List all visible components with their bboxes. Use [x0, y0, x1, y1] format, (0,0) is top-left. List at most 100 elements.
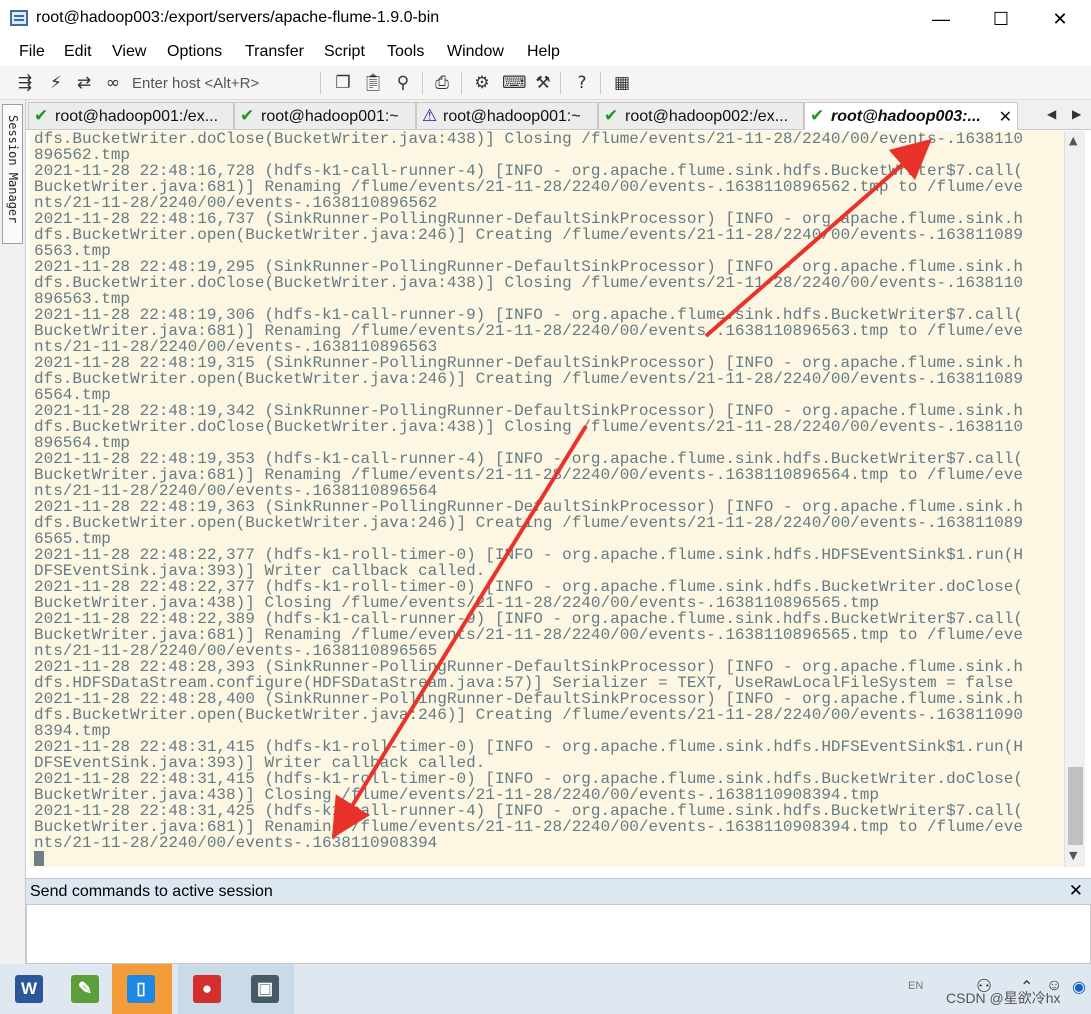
command-window-header: Send commands to active session ✕	[26, 878, 1091, 904]
map-icon[interactable]: ▦	[611, 72, 633, 94]
menu-window[interactable]: Window	[447, 43, 504, 61]
phone-icon: ▯	[127, 975, 155, 1003]
terminal-line: 2021-11-28 22:48:19,295 (SinkRunner-Poll…	[34, 258, 1023, 276]
terminal-line: 8394.tmp	[34, 722, 111, 740]
toolbar-separator	[461, 72, 462, 94]
keymap-icon[interactable]: ⌨	[502, 72, 527, 94]
tab-hadoop003-active[interactable]: ✔ root@hadoop003:... ✕	[804, 102, 1018, 130]
close-window-button[interactable]: ✕	[1037, 6, 1083, 32]
session-manager-tab[interactable]: Session Manager	[2, 104, 23, 244]
find-icon[interactable]: ⚲	[392, 72, 414, 94]
terminal-line: BucketWriter.java:438)] Closing /flume/e…	[34, 786, 879, 804]
toolbar-separator	[422, 72, 423, 94]
terminal-line: 6565.tmp	[34, 530, 111, 548]
terminal-output[interactable]: dfs.BucketWriter.doClose(BucketWriter.ja…	[30, 131, 1064, 867]
terminal-line: 2021-11-28 22:48:19,306 (hdfs-k1-call-ru…	[34, 306, 1023, 324]
input-language[interactable]: EN	[908, 980, 923, 992]
word-icon: W	[15, 975, 43, 1003]
terminal-line: 2021-11-28 22:48:19,353 (hdfs-k1-call-ru…	[34, 450, 1023, 468]
terminal-line: 6563.tmp	[34, 242, 111, 260]
terminal-line: 2021-11-28 22:48:19,315 (SinkRunner-Poll…	[34, 354, 1023, 372]
terminal-line: 2021-11-28 22:48:31,425 (hdfs-k1-call-ru…	[34, 802, 1023, 820]
command-input-area[interactable]	[26, 904, 1091, 964]
terminal-scrollbar[interactable]: ▲ ▼	[1064, 131, 1085, 867]
scroll-thumb[interactable]	[1068, 767, 1083, 845]
menu-view[interactable]: View	[112, 43, 146, 61]
terminal-line: 2021-11-28 22:48:19,363 (SinkRunner-Poll…	[34, 498, 1023, 516]
help-icon[interactable]: ?	[571, 72, 593, 94]
terminal-line: DFSEventSink.java:393)] Writer callback …	[34, 562, 486, 580]
terminal-line: 2021-11-28 22:48:16,728 (hdfs-k1-call-ru…	[34, 162, 1023, 180]
scroll-up-icon[interactable]: ▲	[1069, 134, 1077, 147]
toolbar: ⇶ ⚡ ⇄ ∞ ❐ 📋︎ ⚲ ⎙ ⚙ ⌨ ⚒ ? ▦	[0, 66, 1091, 100]
menu-tools[interactable]: Tools	[387, 43, 424, 61]
menu-bar: File Edit View Options Transfer Script T…	[0, 38, 1091, 66]
terminal-line: dfs.BucketWriter.open(BucketWriter.java:…	[34, 370, 1023, 388]
menu-script[interactable]: Script	[324, 43, 365, 61]
toolbar-separator	[320, 72, 321, 94]
taskbar-notepad[interactable]: ✎	[56, 964, 114, 1014]
terminal-line: BucketWriter.java:681)] Renaming /flume/…	[34, 322, 1023, 340]
tab-scroll-left-icon[interactable]: ◀	[1047, 107, 1056, 121]
tab-label: root@hadoop001:~	[443, 108, 581, 125]
terminal-line: dfs.BucketWriter.doClose(BucketWriter.ja…	[34, 274, 1023, 292]
terminal-line: 2021-11-28 22:48:31,415 (hdfs-k1-roll-ti…	[34, 738, 1023, 756]
paste-icon[interactable]: 📋︎	[362, 72, 384, 94]
tab-scroll-right-icon[interactable]: ▶	[1072, 107, 1081, 121]
menu-transfer[interactable]: Transfer	[245, 43, 304, 61]
terminal-line: DFSEventSink.java:393)] Writer callback …	[34, 754, 486, 772]
scroll-down-icon[interactable]: ▼	[1069, 849, 1077, 862]
tab-label: root@hadoop001:~	[261, 108, 399, 125]
terminal-line: 896562.tmp	[34, 146, 131, 164]
terminal-line: 896564.tmp	[34, 434, 131, 452]
connected-check-icon: ✔	[240, 106, 255, 126]
toolbar-separator	[600, 72, 601, 94]
terminal-line: dfs.BucketWriter.doClose(BucketWriter.ja…	[34, 418, 1023, 436]
toolbar-separator	[560, 72, 561, 94]
session-manager-strip: Session Manager	[0, 100, 26, 964]
command-window-close-icon[interactable]: ✕	[1069, 881, 1083, 901]
print-icon[interactable]: ⎙	[431, 72, 453, 94]
tab-hadoop001-export[interactable]: ✔ root@hadoop001:/ex...	[28, 102, 234, 129]
session-manager-label: Session Manager	[6, 115, 20, 224]
close-tab-icon[interactable]: ✕	[999, 107, 1012, 127]
terminal-line: 2021-11-28 22:48:19,342 (SinkRunner-Poll…	[34, 402, 1023, 420]
terminal-line: 2021-11-28 22:48:28,393 (SinkRunner-Poll…	[34, 658, 1023, 676]
steam-icon[interactable]: ◉	[1072, 977, 1086, 997]
maximize-button[interactable]: ☐	[978, 6, 1024, 32]
tab-label: root@hadoop001:/ex...	[55, 108, 219, 125]
lightning-icon[interactable]: ⚡	[45, 72, 67, 94]
terminal-line: nts/21-11-28/2240/00/events-.16381108965…	[34, 338, 438, 356]
taskbar-recorder[interactable]: ●	[178, 964, 236, 1014]
taskbar-securecrt[interactable]: ▣	[236, 964, 294, 1014]
command-window-title: Send commands to active session	[30, 883, 273, 900]
terminal-line: 2021-11-28 22:48:28,400 (SinkRunner-Poll…	[34, 690, 1023, 708]
reconnect-icon[interactable]: ⇄	[73, 72, 95, 94]
enter-host-input[interactable]	[132, 72, 312, 94]
minimize-button[interactable]: —	[918, 6, 964, 32]
taskbar-word[interactable]: W	[0, 964, 58, 1014]
copy-icon[interactable]: ❐	[332, 72, 354, 94]
warning-icon: ⚠	[422, 106, 438, 126]
settings-icon[interactable]: ⚙	[471, 72, 493, 94]
menu-edit[interactable]: Edit	[64, 43, 92, 61]
terminal-line: nts/21-11-28/2240/00/events-.16381108965…	[34, 642, 438, 660]
tab-label: root@hadoop003:...	[831, 108, 981, 125]
menu-options[interactable]: Options	[167, 43, 222, 61]
link-icon[interactable]: ∞	[102, 72, 124, 94]
title-bar: root@hadoop003:/export/servers/apache-fl…	[0, 0, 1091, 38]
terminal-line: dfs.HDFSDataStream.configure(HDFSDataStr…	[34, 674, 1014, 692]
sftp-icon[interactable]: ⚒	[532, 72, 554, 94]
terminal-line: dfs.BucketWriter.doClose(BucketWriter.ja…	[34, 131, 1023, 148]
tab-hadoop001-home[interactable]: ✔ root@hadoop001:~	[234, 102, 416, 129]
connect-icon[interactable]: ⇶	[14, 72, 36, 94]
tab-hadoop001-disconnected[interactable]: ⚠ root@hadoop001:~	[416, 102, 598, 129]
menu-help[interactable]: Help	[527, 43, 560, 61]
terminal-line: 896563.tmp	[34, 290, 131, 308]
tab-hadoop002-export[interactable]: ✔ root@hadoop002:/ex...	[598, 102, 804, 129]
tab-label: root@hadoop002:/ex...	[625, 108, 789, 125]
terminal-line: 2021-11-28 22:48:22,377 (hdfs-k1-roll-ti…	[34, 578, 1023, 596]
menu-file[interactable]: File	[19, 43, 45, 61]
securecrt-icon: ▣	[251, 975, 279, 1003]
taskbar-phone[interactable]: ▯	[112, 964, 172, 1014]
